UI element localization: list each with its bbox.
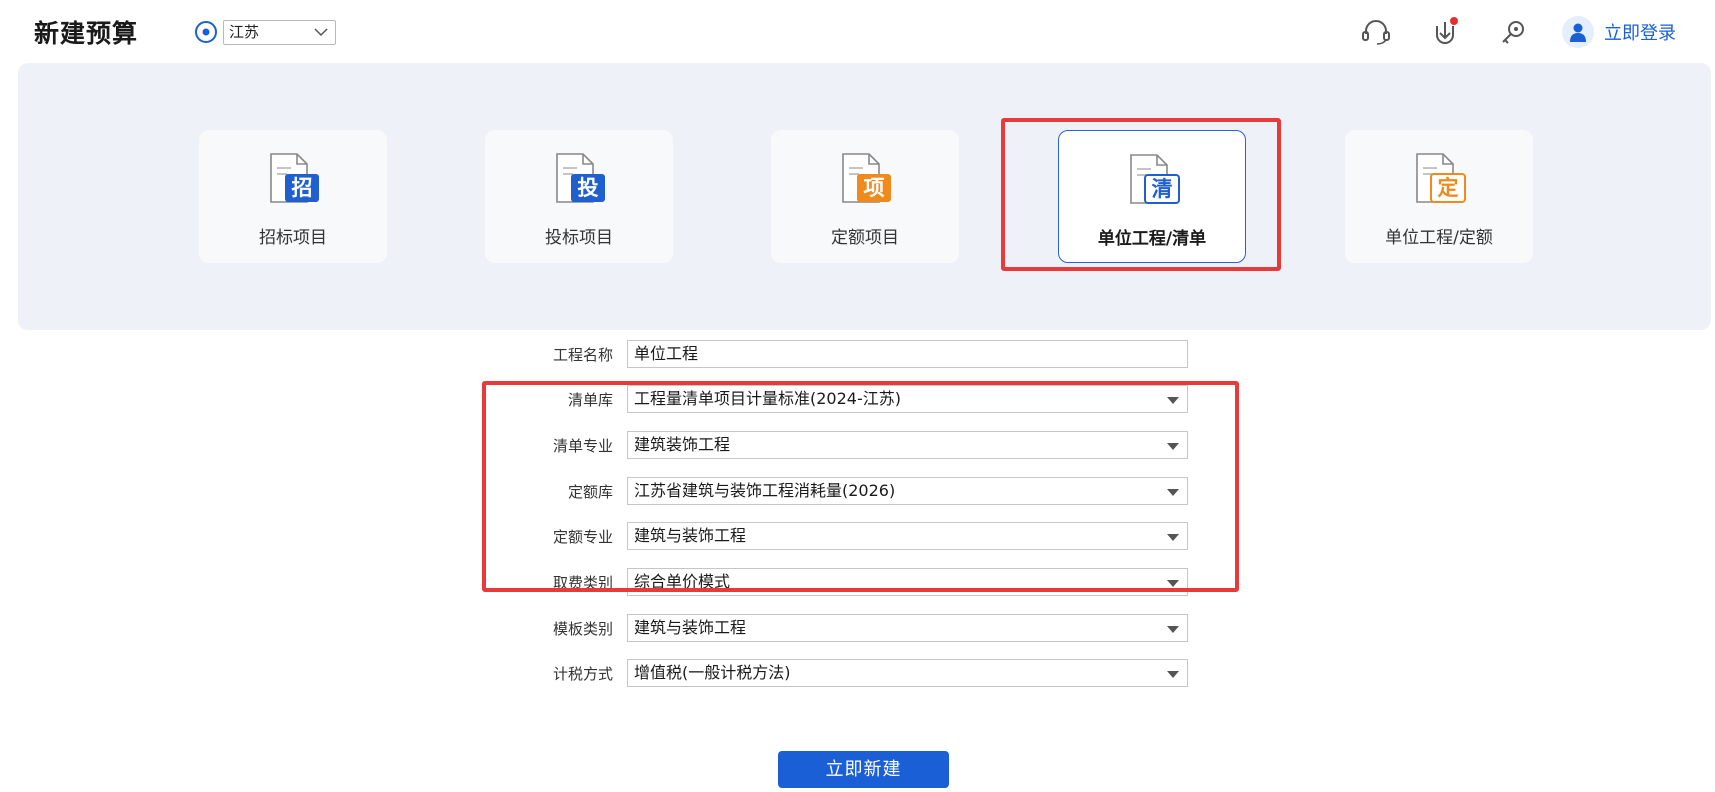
region-dropdown[interactable]: 江苏 bbox=[223, 19, 336, 45]
dropdown-caret-icon bbox=[1167, 671, 1179, 678]
bid-document-icon: 投 bbox=[556, 153, 605, 203]
support-button[interactable] bbox=[1359, 16, 1393, 48]
card-tender-project[interactable]: 招 招标项目 bbox=[199, 130, 387, 263]
field-label: 工程名称 bbox=[552, 345, 613, 364]
card-label: 定额项目 bbox=[831, 228, 899, 248]
header-bar: 新建预算 江苏 立即登录 bbox=[0, 0, 1715, 62]
dropdown-caret-icon bbox=[1167, 626, 1179, 633]
quota-document-icon: 项 bbox=[842, 153, 891, 203]
field-label: 计税方式 bbox=[552, 664, 613, 683]
tax-method-select[interactable]: 增值税(一般计税方法) bbox=[627, 659, 1188, 687]
download-button[interactable] bbox=[1428, 16, 1462, 48]
form-row-tax-method: 计税方式 增值税(一般计税方法) bbox=[500, 659, 1202, 687]
region-selector[interactable]: 江苏 bbox=[194, 19, 336, 45]
chevron-down-icon bbox=[314, 27, 328, 36]
headset-icon bbox=[1362, 20, 1390, 45]
create-now-button[interactable]: 立即新建 bbox=[778, 751, 949, 788]
card-unit-project-quota[interactable]: 定 单位工程/定额 bbox=[1345, 130, 1533, 263]
svg-text:项: 项 bbox=[864, 176, 885, 200]
field-value: 增值税(一般计税方法) bbox=[634, 663, 791, 682]
field-value: 建筑与装饰工程 bbox=[634, 618, 747, 637]
card-label: 招标项目 bbox=[259, 228, 327, 248]
template-category-select[interactable]: 建筑与装饰工程 bbox=[627, 614, 1188, 642]
card-label: 单位工程/定额 bbox=[1385, 228, 1493, 248]
card-label: 投标项目 bbox=[545, 228, 613, 248]
login-label: 立即登录 bbox=[1604, 23, 1676, 44]
form-row-project-name: 工程名称 单位工程 bbox=[500, 340, 1202, 368]
field-value: 单位工程 bbox=[634, 344, 699, 363]
card-quota-project[interactable]: 项 定额项目 bbox=[771, 130, 959, 263]
login-link[interactable]: 立即登录 bbox=[1562, 16, 1676, 48]
user-avatar-icon bbox=[1562, 16, 1594, 48]
form-row-template-category: 模板类别 建筑与装饰工程 bbox=[500, 614, 1202, 642]
field-label: 模板类别 bbox=[552, 619, 613, 638]
unit-quota-document-icon: 定 bbox=[1416, 153, 1466, 203]
notification-dot bbox=[1450, 17, 1458, 25]
highlight-box-form bbox=[482, 381, 1239, 592]
card-bid-project[interactable]: 投 投标项目 bbox=[485, 130, 673, 263]
highlight-box-type bbox=[1001, 118, 1281, 271]
svg-text:招: 招 bbox=[292, 176, 313, 200]
location-icon bbox=[195, 21, 217, 43]
svg-text:定: 定 bbox=[1438, 176, 1459, 200]
svg-text:投: 投 bbox=[578, 176, 599, 200]
key-icon bbox=[1502, 21, 1524, 44]
page-title: 新建预算 bbox=[34, 19, 139, 48]
region-value: 江苏 bbox=[229, 22, 260, 41]
tender-document-icon: 招 bbox=[270, 153, 319, 203]
key-button[interactable] bbox=[1496, 16, 1530, 48]
project-name-input[interactable]: 单位工程 bbox=[627, 340, 1188, 368]
